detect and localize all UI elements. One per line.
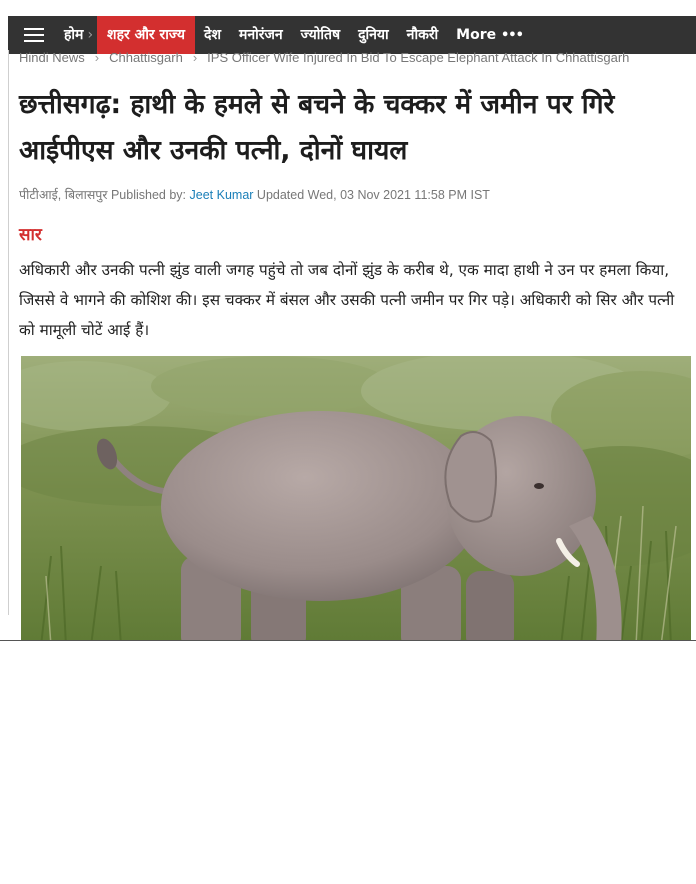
top-navbar: होम › शहर और राज्य देश मनोरंजन ज्योतिष द…: [8, 16, 696, 54]
page-frame: होम › शहर और राज्य देश मनोरंजन ज्योतिष द…: [8, 0, 696, 640]
menu-icon[interactable]: [24, 28, 44, 42]
breadcrumb: Hindi News › Chhattisgarh › IPS Officer Wife…: [19, 50, 696, 68]
breadcrumb-item-current: IPS Officer Wife Injured In Bid To Escap…: [207, 50, 630, 65]
nav-city-state[interactable]: शहर और राज्य: [97, 16, 196, 54]
summary-label: सार: [19, 225, 42, 245]
breadcrumb-separator: ›: [94, 50, 100, 65]
byline-author-link[interactable]: Jeet Kumar: [190, 188, 254, 202]
article-headline: छत्तीसगढ़: हाथी के हमले से बचने के चक्कर…: [19, 89, 615, 166]
byline-published-label: Published by:: [110, 188, 187, 202]
byline-source: पीटीआई, बिलासपुर: [19, 188, 108, 202]
byline-updated: Updated Wed, 03 Nov 2021 11:58 PM IST: [256, 188, 490, 202]
nav-home[interactable]: होम: [58, 16, 85, 54]
article-photo: [21, 356, 691, 640]
nav-jobs[interactable]: नौकरी: [398, 16, 448, 54]
chevron-right-icon: ›: [87, 27, 94, 43]
breadcrumb-separator: ›: [192, 50, 198, 65]
nav-more-label: More: [456, 27, 497, 43]
frame-bottom-line: [0, 640, 696, 641]
article-summary: अधिकारी और उनकी पत्नी झुंड वाली जगह पहुं…: [19, 261, 675, 339]
article-byline: पीटीआई, बिलासपुर Published by: Jeet Kuma…: [19, 186, 490, 203]
frame-border: [8, 50, 9, 615]
nav-astrology[interactable]: ज्योतिष: [292, 16, 349, 54]
elephant-photo: [21, 356, 691, 640]
breadcrumb-item-hindi-news[interactable]: Hindi News: [19, 50, 85, 65]
nav-entertainment[interactable]: मनोरंजन: [230, 16, 292, 54]
more-dots-icon: •••: [501, 28, 524, 43]
nav-world[interactable]: दुनिया: [349, 16, 398, 54]
nav-country[interactable]: देश: [195, 16, 230, 54]
nav-more[interactable]: More •••: [447, 16, 532, 54]
breadcrumb-item-chhattisgarh[interactable]: Chhattisgarh: [109, 50, 183, 65]
